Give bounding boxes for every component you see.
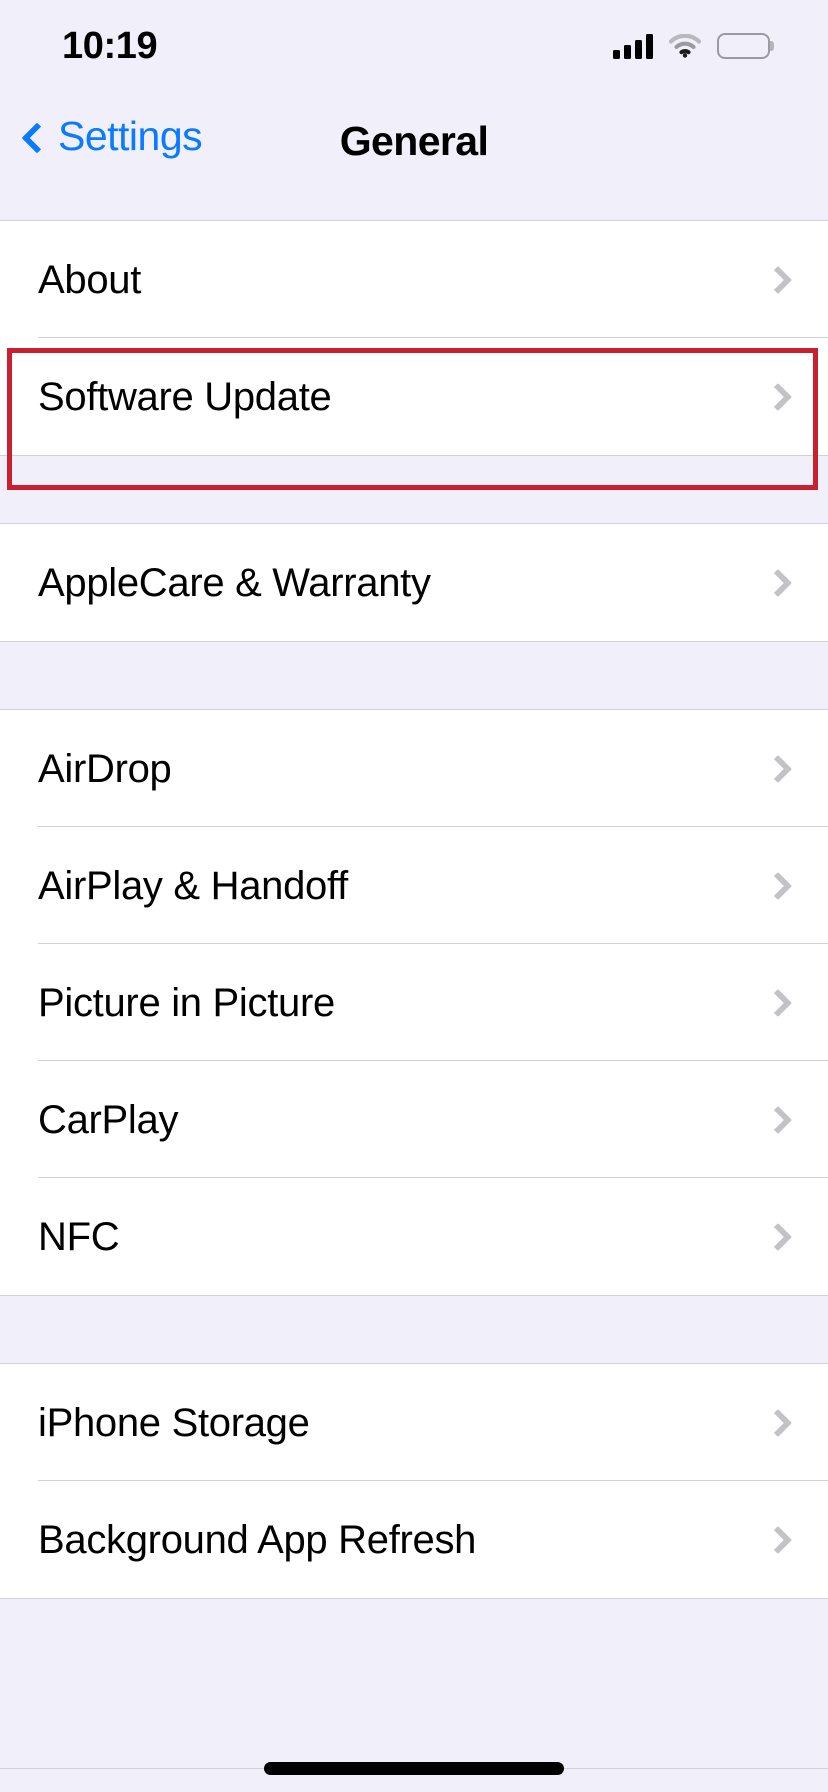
chevron-right-icon — [763, 754, 793, 783]
settings-list: About Software Update AppleCare & Warranty… — [0, 220, 828, 1599]
settings-row-applecare-warranty[interactable]: AppleCare & Warranty — [0, 524, 828, 641]
settings-row-nfc[interactable]: NFC — [0, 1178, 828, 1295]
settings-group: iPhone Storage Background App Refresh — [0, 1363, 828, 1599]
group-gap — [0, 1296, 828, 1363]
settings-row-iphone-storage[interactable]: iPhone Storage — [0, 1364, 828, 1481]
row-label: About — [38, 257, 142, 302]
chevron-right-icon — [763, 988, 793, 1017]
chevron-right-icon — [763, 1222, 793, 1251]
settings-row-airplay-handoff[interactable]: AirPlay & Handoff — [0, 827, 828, 944]
home-indicator[interactable] — [264, 1762, 564, 1775]
row-label: Picture in Picture — [38, 980, 335, 1025]
row-label: AirPlay & Handoff — [38, 863, 348, 908]
chevron-right-icon — [763, 1105, 793, 1134]
cellular-signal-icon — [613, 33, 653, 59]
chevron-right-icon — [763, 568, 793, 597]
chevron-right-icon — [763, 265, 793, 294]
settings-row-carplay[interactable]: CarPlay — [0, 1061, 828, 1178]
navigation-bar: Settings General — [0, 88, 828, 220]
settings-group: AirDrop AirPlay & Handoff Picture in Pictu… — [0, 709, 828, 1296]
group-gap — [0, 642, 828, 709]
settings-group: About Software Update — [0, 220, 828, 456]
settings-row-airdrop[interactable]: AirDrop — [0, 710, 828, 827]
status-bar: 10:19 — [0, 0, 828, 88]
settings-row-background-app-refresh[interactable]: Background App Refresh — [0, 1481, 828, 1598]
battery-icon — [717, 33, 774, 59]
page-title: General — [339, 118, 489, 164]
settings-row-picture-in-picture[interactable]: Picture in Picture — [0, 944, 828, 1061]
row-label: AppleCare & Warranty — [38, 560, 431, 605]
chevron-right-icon — [763, 1525, 793, 1554]
row-label: iPhone Storage — [38, 1400, 310, 1445]
settings-group: AppleCare & Warranty — [0, 523, 828, 642]
status-time: 10:19 — [62, 25, 158, 67]
chevron-right-icon — [763, 382, 793, 411]
settings-row-about[interactable]: About — [0, 221, 828, 338]
row-label: AirDrop — [38, 746, 172, 791]
group-gap — [0, 456, 828, 523]
status-indicators — [613, 29, 774, 59]
iphone-screen: 10:19 Settings General About Software Up… — [0, 0, 828, 1792]
row-label: NFC — [38, 1214, 120, 1259]
row-label: CarPlay — [38, 1097, 179, 1142]
settings-row-software-update[interactable]: Software Update — [0, 338, 828, 455]
chevron-right-icon — [763, 1408, 793, 1437]
wifi-icon — [668, 33, 702, 58]
chevron-right-icon — [763, 871, 793, 900]
row-label: Background App Refresh — [38, 1517, 477, 1562]
row-label: Software Update — [38, 374, 332, 419]
